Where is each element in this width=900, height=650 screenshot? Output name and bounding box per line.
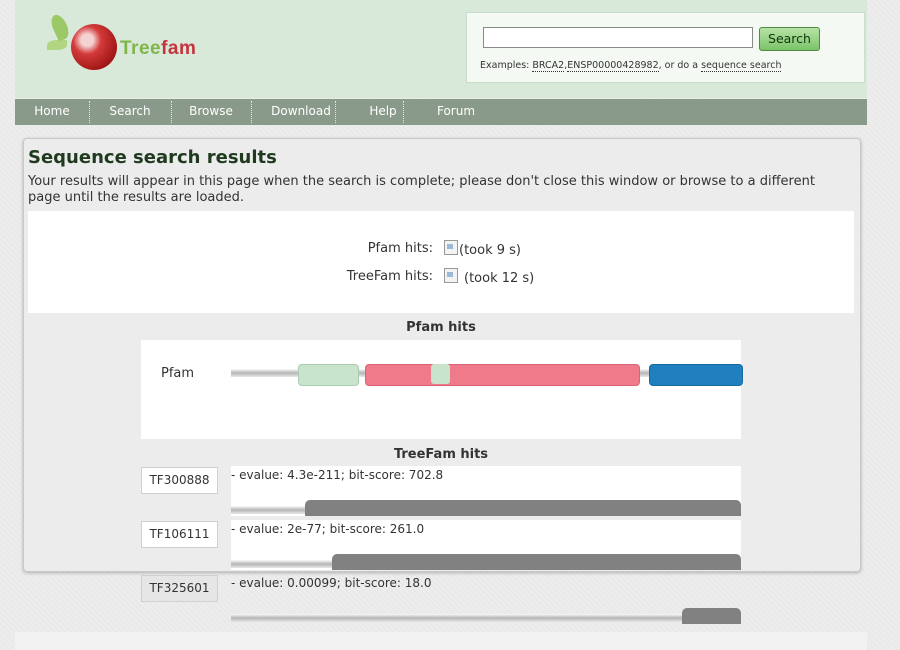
pfam-section-title: Pfam hits (406, 320, 476, 335)
treefam-hit-row: - evalue: 4.3e-211; bit-score: 702.8 (231, 466, 741, 516)
page-title: Sequence search results (28, 147, 277, 168)
search-status-box: Pfam hits: (took 9 s) TreeFam hits: (too… (28, 211, 854, 313)
treefam-status-label: TreeFam hits: (346, 269, 433, 284)
pfam-domain[interactable] (649, 364, 743, 386)
treefam-hit-row: - evalue: 2e-77; bit-score: 261.0 (231, 520, 741, 570)
main-nav: Home Search Browse Download Help Forum (15, 99, 867, 125)
pfam-row-label: Pfam (161, 366, 195, 381)
nav-search[interactable]: Search (90, 99, 170, 125)
treefam-logo[interactable]: Treefam (47, 12, 207, 78)
pfam-domain[interactable] (365, 364, 640, 386)
treefam-hit-bar[interactable] (682, 608, 741, 624)
example-link-brca2[interactable]: BRCA2 (532, 60, 565, 72)
leaf-icon (48, 12, 72, 42)
pfam-status-time: (took 9 s) (459, 243, 521, 258)
treefam-hit-row: - evalue: 0.00099; bit-score: 18.0 (231, 574, 741, 624)
loading-image-icon (444, 240, 458, 255)
treefam-hit-id[interactable]: TF325601 (141, 575, 218, 602)
treefam-hit-score: - evalue: 2e-77; bit-score: 261.0 (231, 522, 425, 536)
pfam-domain[interactable] (431, 364, 450, 384)
nav-browse[interactable]: Browse (172, 99, 250, 125)
sequence-search-link[interactable]: sequence search (701, 60, 782, 72)
pfam-status-label: Pfam hits: (367, 241, 433, 256)
loading-image-icon (444, 268, 458, 283)
leaf-icon (47, 40, 67, 50)
globe-icon (71, 24, 117, 70)
search-button[interactable]: Search (759, 27, 820, 51)
nav-home[interactable]: Home (15, 99, 89, 125)
intro-text: Your results will appear in this page wh… (28, 174, 815, 205)
treefam-hit-id[interactable]: TF106111 (141, 521, 218, 548)
logo-text: Treefam (120, 38, 197, 59)
search-examples: Examples: BRCA2,ENSP00000428982, or do a… (480, 60, 782, 72)
example-link-ensp[interactable]: ENSP00000428982 (567, 60, 659, 72)
treefam-hit-bar[interactable] (332, 554, 741, 570)
treefam-hit-score: - evalue: 0.00099; bit-score: 18.0 (231, 576, 432, 590)
sequence-line (231, 614, 741, 622)
treefam-hit-id[interactable]: TF300888 (141, 467, 218, 494)
site-header: Treefam Search Examples: BRCA2,ENSP00000… (15, 0, 867, 98)
search-input[interactable] (483, 27, 753, 48)
pfam-domain[interactable] (298, 364, 359, 386)
treefam-section-title: TreeFam hits (393, 447, 489, 462)
search-box: Search Examples: BRCA2,ENSP00000428982, … (466, 12, 865, 83)
pfam-hits-panel: Pfam (141, 340, 743, 439)
nav-forum[interactable]: Forum (404, 99, 508, 125)
treefam-status-time: (took 12 s) (464, 271, 535, 286)
footer-strip (15, 632, 867, 650)
treefam-hit-score: - evalue: 4.3e-211; bit-score: 702.8 (231, 468, 444, 482)
treefam-hit-bar[interactable] (305, 500, 741, 516)
